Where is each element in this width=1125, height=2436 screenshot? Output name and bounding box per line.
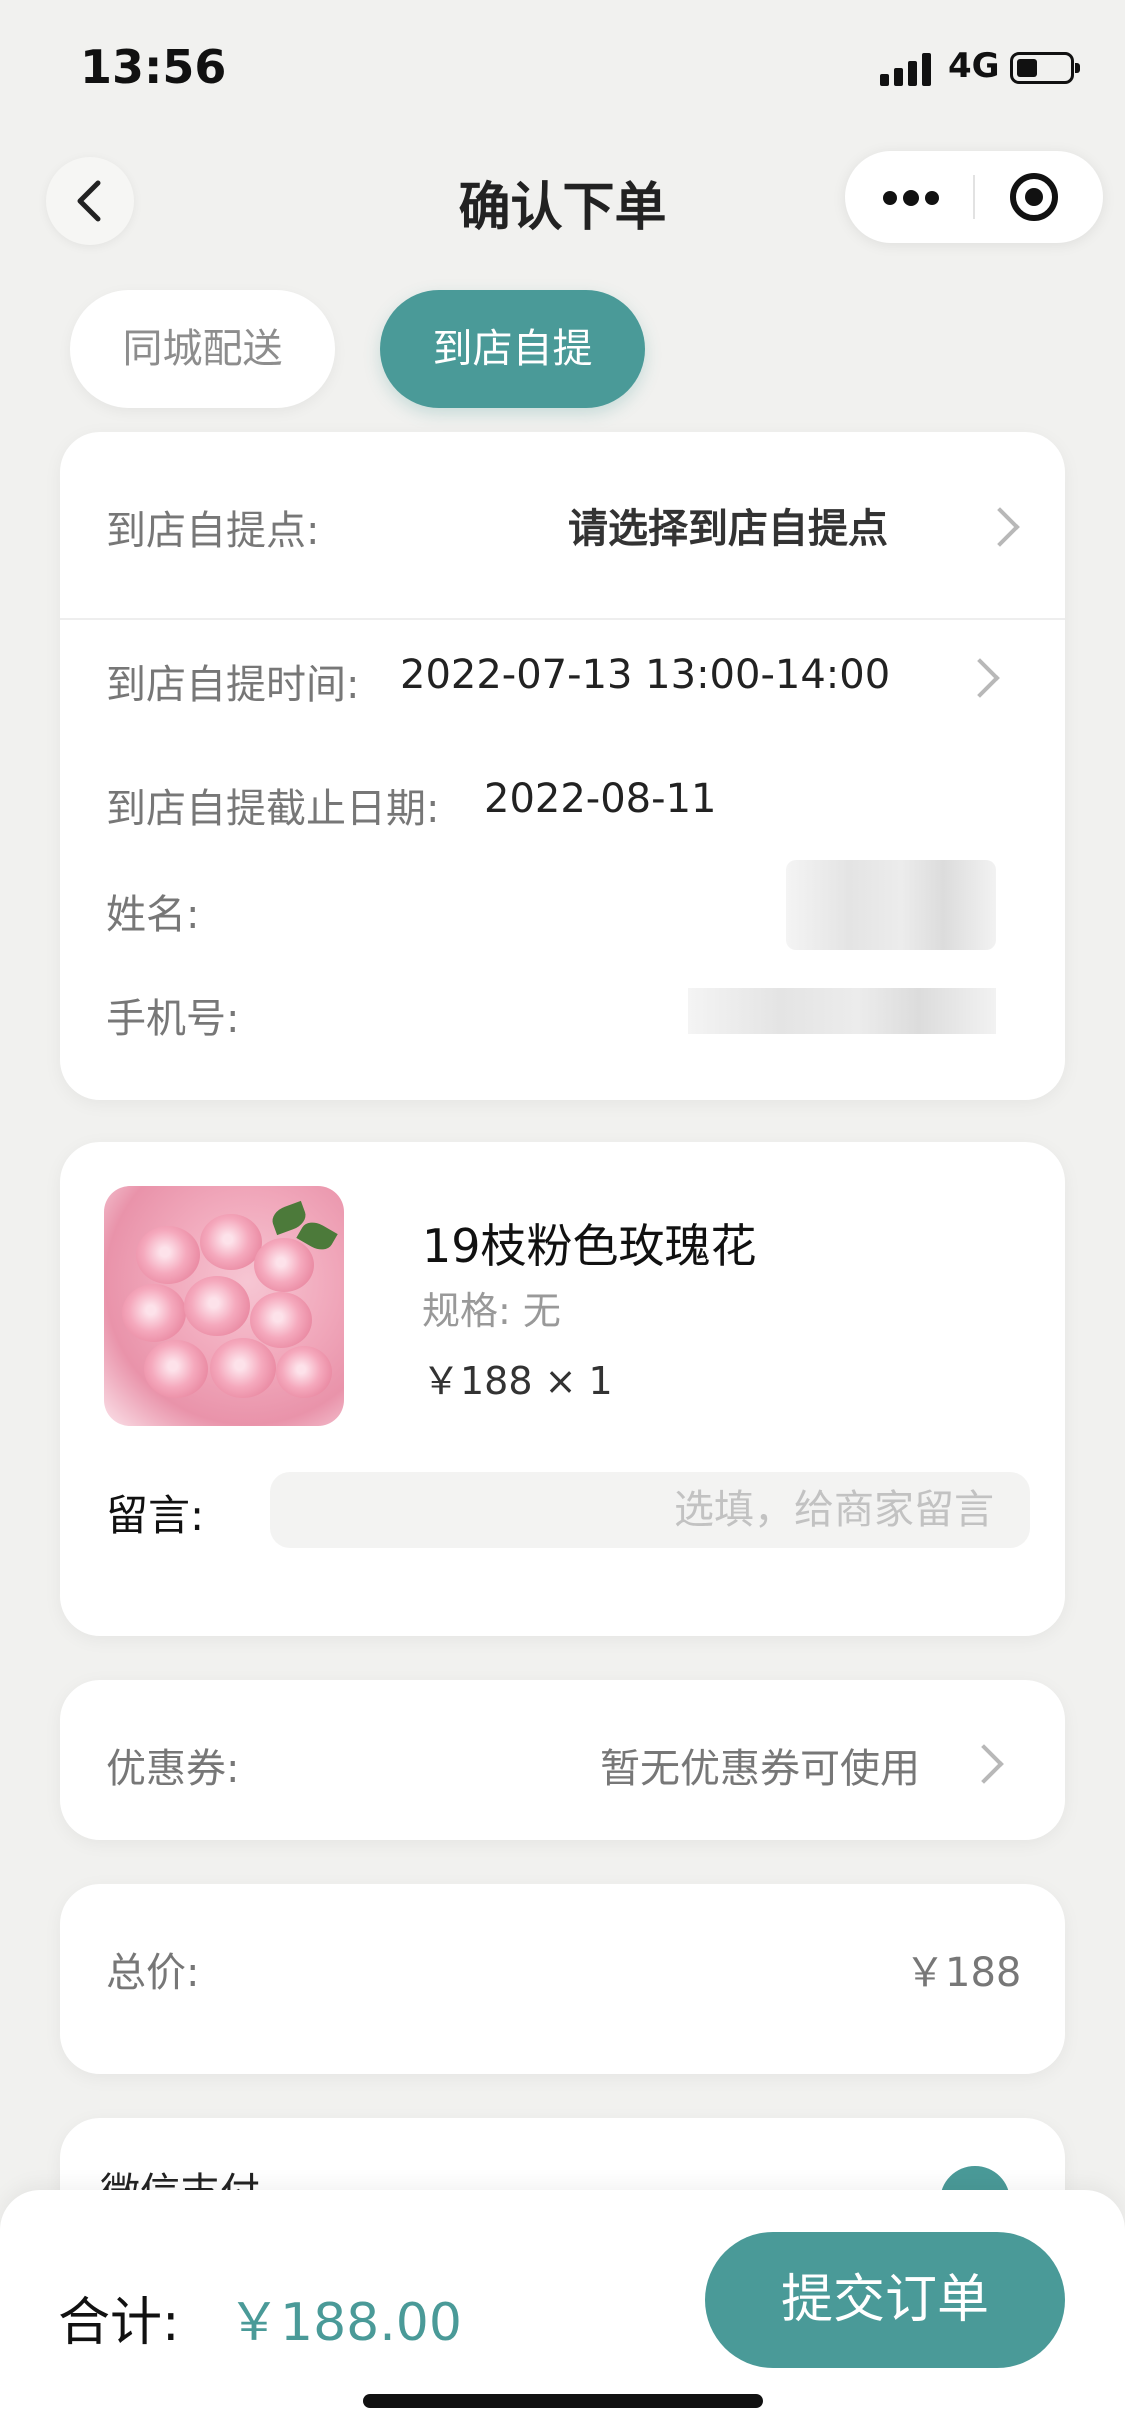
coupon-value: 暂无优惠券可使用: [600, 1746, 920, 1792]
pickup-deadline-value: 2022-08-11: [484, 776, 717, 822]
pickup-time-value: 2022-07-13 13:00-14:00: [400, 652, 891, 698]
more-icon[interactable]: [883, 173, 983, 221]
product-card: 19枝粉色玫瑰花 规格: 无 ￥188 × 1 留言: 选填，给商家留言: [60, 1142, 1065, 1636]
capsule-divider: [973, 175, 975, 219]
message-label: 留言:: [106, 1491, 205, 1540]
coupon-label: 优惠券:: [106, 1746, 240, 1792]
message-input[interactable]: 选填，给商家留言: [270, 1472, 1030, 1548]
close-miniprogram-icon[interactable]: [1010, 173, 1058, 221]
coupon-card[interactable]: 优惠券: 暂无优惠券可使用: [60, 1680, 1065, 1840]
battery-icon: [1010, 52, 1080, 84]
tab-delivery[interactable]: 同城配送: [70, 290, 335, 408]
chevron-right-icon: [960, 658, 1000, 698]
submit-order-button[interactable]: 提交订单: [705, 2232, 1065, 2368]
total-price-label: 总价:: [106, 1950, 200, 1996]
product-spec: 规格: 无: [422, 1289, 561, 1333]
divider: [60, 618, 1065, 620]
product-name: 19枝粉色玫瑰花: [422, 1219, 757, 1273]
navbar: 确认下单: [0, 145, 1125, 255]
status-bar: 13:56 4G: [0, 0, 1125, 130]
pickup-time-label: 到店自提时间:: [106, 662, 360, 708]
pickup-point-value: 请选择到店自提点: [568, 506, 888, 552]
miniprogram-capsule: [845, 151, 1103, 243]
product-price-qty: ￥188 × 1: [422, 1359, 613, 1403]
home-indicator: [363, 2394, 763, 2408]
name-label: 姓名:: [106, 892, 200, 938]
pickup-point-label: 到店自提点:: [106, 508, 320, 554]
total-label: 合计:: [58, 2293, 180, 2353]
pickup-deadline-label: 到店自提截止日期:: [106, 786, 440, 832]
product-image: [104, 1186, 344, 1426]
total-price-card: 总价: ￥188: [60, 1884, 1065, 2074]
phone-label: 手机号:: [106, 996, 240, 1042]
status-time: 13:56: [80, 40, 227, 94]
chevron-right-icon: [964, 1744, 1004, 1784]
network-type: 4G: [948, 46, 1000, 86]
pickup-info-card: 到店自提点: 请选择到店自提点 到店自提时间: 2022-07-13 13:00…: [60, 432, 1065, 1100]
name-value-redacted: [786, 860, 996, 950]
total-value: ￥188.00: [228, 2293, 462, 2353]
signal-icon: [880, 52, 936, 86]
pickup-time-row[interactable]: 到店自提时间: 2022-07-13 13:00-14:00: [60, 632, 1065, 716]
total-price-value: ￥188: [905, 1950, 1022, 1996]
phone-value-redacted: [688, 988, 996, 1034]
pickup-point-row[interactable]: 到店自提点: 请选择到店自提点: [60, 432, 1065, 618]
tab-pickup[interactable]: 到店自提: [380, 290, 645, 408]
chevron-right-icon: [980, 507, 1020, 547]
